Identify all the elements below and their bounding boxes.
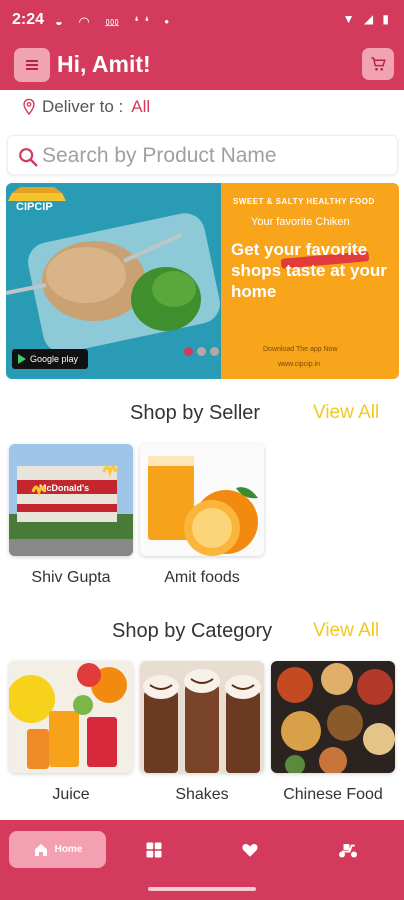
carousel-dot-2[interactable]	[197, 347, 206, 356]
category-image-chinese-food	[271, 661, 395, 773]
status-time: 2:24	[12, 11, 45, 28]
nav-home-label: Home	[54, 844, 83, 855]
carousel-dot-3[interactable]	[210, 347, 219, 356]
search-bar[interactable]	[7, 135, 398, 175]
banner-headline: Get your favorite shops taste at your ho…	[231, 240, 387, 301]
deliver-label: Deliver to :	[42, 97, 124, 116]
cart-icon	[371, 57, 386, 71]
category-label: Chinese Food	[283, 786, 383, 803]
search-icon	[19, 148, 38, 167]
banner-tagline: SWEET & SALTY HEALTHY FOOD	[233, 197, 375, 206]
status-right-icons: ▼ ◢ ▮	[342, 12, 392, 26]
banner-text-panel: SWEET & SALTY HEALTHY FOOD Your favorite…	[221, 183, 399, 379]
location-pin-icon	[23, 98, 35, 116]
promo-banner[interactable]: CIPCIP Google play SWEET & SALTY HEALTHY…	[6, 183, 399, 379]
heart-icon[interactable]	[241, 841, 259, 859]
deliver-value[interactable]: All	[131, 97, 150, 117]
search-input[interactable]	[42, 139, 392, 173]
grid-icon[interactable]	[145, 841, 163, 859]
banner-subtitle: Your favorite Chiken	[251, 216, 350, 228]
category-label: Shakes	[175, 786, 229, 803]
google-play-badge[interactable]: Google play	[12, 349, 88, 369]
section-title-categories: Shop by Category	[112, 620, 273, 642]
scooter-icon[interactable]	[337, 841, 359, 859]
deliver-to-row[interactable]: Deliver to : All	[22, 97, 150, 117]
svg-text:McDonald's: McDonald's	[39, 483, 89, 493]
sellers-view-all-link[interactable]: View All	[313, 402, 379, 424]
category-image-shakes	[140, 661, 264, 773]
notification-icons: ◒ ◠ ⅏ ❛❛ •	[55, 14, 175, 29]
banner-website: www.cipcip.in	[278, 361, 321, 368]
app-header: 2:24 ◒ ◠ ⅏ ❛❛ • ▼ ◢ ▮ Hi, Amit!	[0, 0, 404, 90]
carousel-dot-1[interactable]	[184, 347, 193, 356]
cart-button[interactable]	[362, 48, 394, 80]
seller-card-shiv-gupta[interactable]: McDonald's	[9, 444, 133, 556]
gesture-bar	[148, 887, 256, 891]
greeting-title: Hi, Amit!	[57, 51, 151, 77]
nav-home-button[interactable]: Home	[9, 831, 106, 868]
category-card-juice[interactable]	[9, 661, 133, 773]
app-screen: 2:24 ◒ ◠ ⅏ ❛❛ • ▼ ◢ ▮ Hi, Amit! Deliver …	[0, 0, 404, 900]
seller-image-mcdonalds: McDonald's	[9, 444, 133, 556]
banner-download-text: Download The app Now	[263, 346, 338, 353]
status-bar: 2:24 ◒ ◠ ⅏ ❛❛ • ▼ ◢ ▮	[0, 0, 404, 40]
seller-card-amit-foods[interactable]	[140, 444, 264, 556]
category-card-shakes[interactable]	[140, 661, 264, 773]
menu-button[interactable]	[14, 48, 50, 82]
carousel-dots[interactable]	[184, 347, 223, 356]
home-icon	[34, 843, 47, 856]
category-label: Juice	[52, 786, 90, 803]
seller-image-orange-juice	[140, 444, 264, 556]
category-image-juice	[9, 661, 133, 773]
category-card-chinese-food[interactable]	[271, 661, 395, 773]
seller-label: Amit foods	[164, 569, 240, 586]
section-title-sellers: Shop by Seller	[130, 402, 261, 424]
categories-view-all-link[interactable]: View All	[313, 620, 379, 642]
banner-brand: CIPCIP	[16, 201, 53, 213]
seller-label: Shiv Gupta	[31, 569, 111, 586]
hamburger-icon	[26, 58, 38, 72]
